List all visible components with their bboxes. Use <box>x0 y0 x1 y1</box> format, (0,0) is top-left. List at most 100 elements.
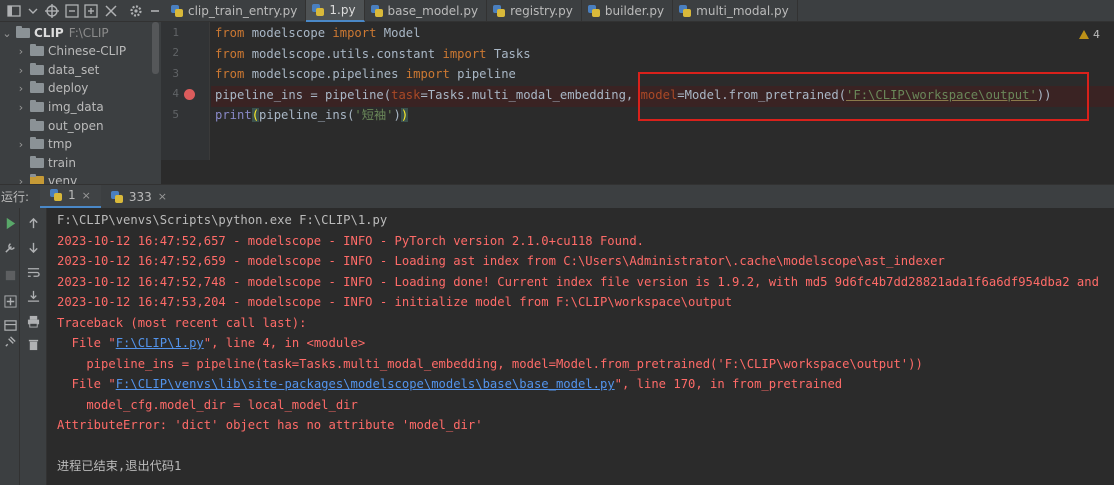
chevron-right-icon[interactable]: › <box>16 82 26 95</box>
chevron-right-icon[interactable]: › <box>16 45 26 58</box>
tree-item-data-set[interactable]: › data_set <box>16 61 99 80</box>
layout-icon[interactable] <box>3 318 17 332</box>
chevron-right-icon[interactable]: › <box>16 101 26 114</box>
expand-all-icon[interactable] <box>82 0 101 22</box>
tree-item-deploy[interactable]: › deploy <box>16 79 88 98</box>
tab-clip-train-entry[interactable]: clip_train_entry.py <box>165 0 307 22</box>
tree-root-clip[interactable]: ⌄ CLIP F:\CLIP <box>2 24 109 43</box>
code-line-1: from modelscope import Model <box>215 23 420 44</box>
run-console-output[interactable]: F:\CLIP\venvs\Scripts\python.exe F:\CLIP… <box>47 208 1114 485</box>
minimize-icon[interactable] <box>146 0 165 22</box>
run-tab-label: 333 <box>128 189 152 204</box>
scroll-to-end-icon[interactable] <box>26 289 40 303</box>
breakpoint-icon[interactable] <box>184 89 195 100</box>
tree-item-label: data_set <box>48 63 100 78</box>
project-view-icon[interactable] <box>4 0 23 22</box>
traceback-file-link[interactable]: F:\CLIP\1.py <box>116 336 204 350</box>
run-actions-toolbar <box>0 208 20 485</box>
tree-item-chinese-clip[interactable]: › Chinese-CLIP <box>16 42 126 61</box>
chevron-right-icon[interactable]: › <box>16 175 26 184</box>
python-file-icon <box>370 5 383 17</box>
code-text: pipeline_ins( <box>259 108 355 122</box>
tab-multi-modal[interactable]: multi_modal.py <box>673 0 798 22</box>
pin-icon[interactable] <box>3 334 17 348</box>
code-line-3: from modelscope.pipelines import pipelin… <box>215 64 516 85</box>
line-number: 1 <box>172 26 179 39</box>
run-tab-333[interactable]: 333 × <box>101 185 177 209</box>
editor-gutter[interactable]: 1 2 3 4 5 <box>161 22 210 160</box>
python-file-icon <box>587 5 600 17</box>
code-line-2: from modelscope.utils.constant import Ta… <box>215 44 531 65</box>
console-log-line: 2023-10-12 16:47:53,204 - modelscope - I… <box>57 295 733 309</box>
tab-1-py[interactable]: 1.py <box>306 0 365 22</box>
tree-item-out-open[interactable]: out_open <box>16 117 104 136</box>
locate-file-icon[interactable] <box>43 0 62 22</box>
tree-item-tmp[interactable]: › tmp <box>16 135 72 154</box>
line-number: 3 <box>172 67 179 80</box>
python-file-icon <box>679 5 692 17</box>
keyword: import <box>332 26 377 40</box>
traceback-text: File " <box>57 336 116 350</box>
project-scrollbar[interactable] <box>152 22 159 74</box>
matched-paren: ) <box>400 108 409 122</box>
module-name: modelscope <box>244 26 333 40</box>
folder-icon <box>30 63 44 76</box>
console-log-line: 2023-10-12 16:47:52,659 - modelscope - I… <box>57 254 945 268</box>
chevron-right-icon[interactable]: › <box>16 138 26 151</box>
import-name: Tasks <box>486 46 531 61</box>
attach-icon[interactable] <box>3 294 17 308</box>
trash-icon[interactable] <box>26 337 40 351</box>
string-literal: '短袖' <box>354 108 394 122</box>
close-icon[interactable] <box>101 0 120 22</box>
tree-item-train[interactable]: train <box>16 154 76 173</box>
traceback-frame-1: File "F:\CLIP\1.py", line 4, in <module> <box>57 333 366 354</box>
traceback-code: pipeline_ins = pipeline(task=Tasks.multi… <box>57 356 923 371</box>
stop-icon[interactable] <box>3 268 17 282</box>
soft-wrap-icon[interactable] <box>26 265 40 279</box>
tree-item-venv[interactable]: › venv <box>16 172 77 184</box>
tree-item-label: out_open <box>48 119 104 134</box>
tree-item-img-data[interactable]: › img_data <box>16 98 104 117</box>
tab-registry[interactable]: registry.py <box>487 0 582 22</box>
gear-icon[interactable] <box>126 0 145 22</box>
rerun-icon[interactable] <box>3 216 17 230</box>
traceback-text: ", line 170, in from_pretrained <box>614 377 843 391</box>
arrow-down-icon[interactable] <box>26 240 40 254</box>
tab-base-model[interactable]: base_model.py <box>365 0 488 22</box>
code-content[interactable]: from modelscope import Model from models… <box>215 22 1052 122</box>
folder-icon <box>30 137 44 150</box>
python-file-icon <box>110 190 123 203</box>
tab-builder[interactable]: builder.py <box>582 0 674 22</box>
chevron-down-icon[interactable]: ⌄ <box>2 27 12 40</box>
tree-item-label: deploy <box>48 81 89 96</box>
python-file-icon <box>493 5 506 17</box>
traceback-text: File " <box>57 377 116 391</box>
traceback-text: ", line 4, in <module> <box>203 336 366 350</box>
project-toolbar <box>0 0 165 22</box>
chevron-right-icon[interactable]: › <box>16 64 26 77</box>
folder-icon <box>30 119 44 132</box>
python-file-icon <box>312 4 325 16</box>
builtin-function: print <box>215 108 252 122</box>
tab-label: clip_train_entry.py <box>188 4 298 18</box>
print-icon[interactable] <box>26 314 40 328</box>
collapse-all-icon[interactable] <box>62 0 81 22</box>
console-command-line: F:\CLIP\venvs\Scripts\python.exe F:\CLIP… <box>57 213 388 227</box>
keyword: from <box>215 67 245 81</box>
folder-icon <box>30 156 44 169</box>
console-log-line: 2023-10-12 16:47:52,748 - modelscope - I… <box>57 274 1099 289</box>
close-icon[interactable]: × <box>158 190 167 203</box>
warning-count: 4 <box>1093 28 1100 41</box>
warning-indicator[interactable]: 4 <box>1079 28 1100 41</box>
dropdown-icon[interactable] <box>23 0 42 22</box>
arrow-up-icon[interactable] <box>26 216 40 230</box>
wrench-icon[interactable] <box>3 240 17 254</box>
close-icon[interactable]: × <box>82 189 91 202</box>
code-editor[interactable]: 1 2 3 4 5 from modelscope import Model f… <box>161 22 1114 184</box>
project-tree: ⌄ CLIP F:\CLIP › Chinese-CLIP › data_set ›… <box>0 22 161 184</box>
root-path: F:\CLIP <box>68 26 109 41</box>
folder-icon <box>30 100 44 113</box>
tab-label: registry.py <box>510 4 573 18</box>
traceback-file-link[interactable]: F:\CLIP\venvs\lib\site-packages\modelsco… <box>116 377 615 391</box>
run-tab-1[interactable]: 1 × <box>40 184 101 209</box>
